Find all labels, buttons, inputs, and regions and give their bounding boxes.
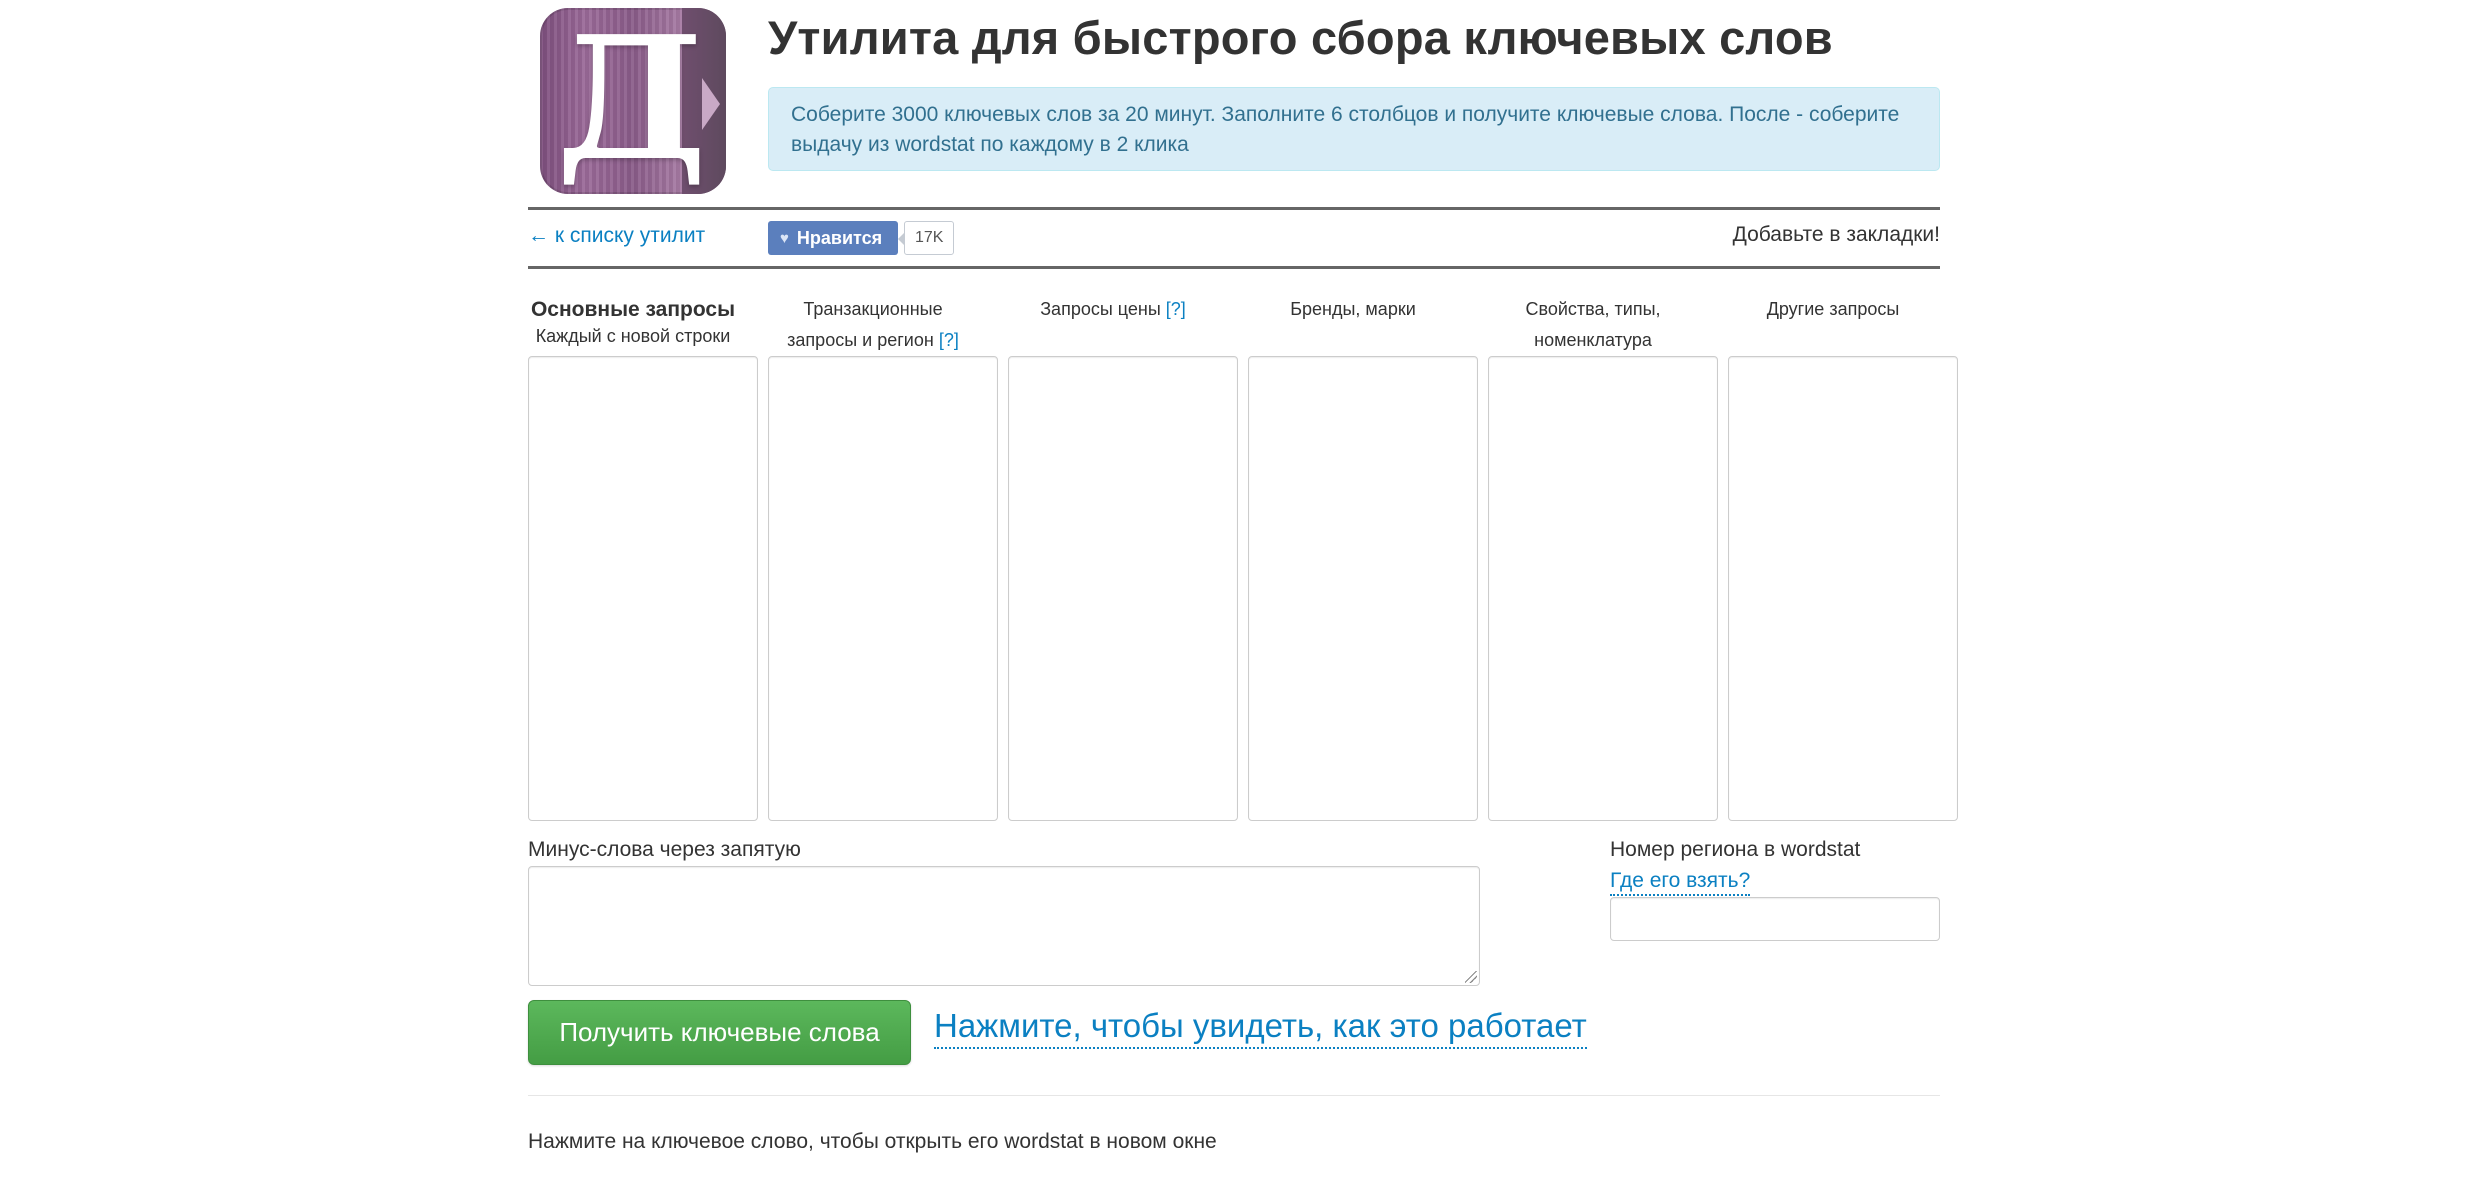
minus-words-label: Минус-слова через запятую [528, 838, 801, 861]
brands-textarea[interactable] [1248, 356, 1478, 821]
other-queries-textarea[interactable] [1728, 356, 1958, 821]
column-header-transactional: Транзакционные запросы и регион [?] [758, 294, 988, 356]
column-header-main: Основные запросы Каждый с новой строки [518, 294, 748, 347]
divider-bottom [528, 266, 1940, 269]
column-header-brands: Бренды, марки [1238, 294, 1468, 325]
column-title: Транзакционные [803, 299, 943, 319]
main-queries-textarea[interactable] [528, 356, 758, 821]
how-it-works-link[interactable]: Нажмите, чтобы увидеть, как это работает [934, 1005, 1587, 1049]
minus-words-textarea[interactable] [528, 866, 1480, 986]
footer-note: Нажмите на ключевое слово, чтобы открыть… [528, 1130, 1217, 1153]
column-title: Бренды, марки [1290, 299, 1416, 319]
region-input[interactable] [1610, 897, 1940, 941]
price-queries-textarea[interactable] [1008, 356, 1238, 821]
resize-handle-icon[interactable] [1465, 971, 1477, 983]
column-header-properties: Свойства, типы, номенклатура [1478, 294, 1708, 356]
get-keywords-button[interactable]: Получить ключевые слова [528, 1000, 911, 1065]
like-button[interactable]: ♥ Нравится [768, 221, 899, 255]
region-help-link[interactable]: Где его взять? [1610, 868, 1751, 896]
page-title: Утилита для быстрого сбора ключевых слов [768, 11, 1833, 64]
divider-footer [528, 1095, 1940, 1096]
like-counter: 17K [897, 221, 955, 255]
column-subtitle: номенклатура [1534, 330, 1652, 350]
column-header-other: Другие запросы [1718, 294, 1948, 325]
transactional-queries-textarea[interactable] [768, 356, 998, 821]
help-link[interactable]: [?] [939, 330, 959, 350]
info-alert: Соберите 3000 ключевых слов за 20 минут.… [768, 87, 1940, 171]
column-title: Свойства, типы, [1525, 299, 1661, 319]
heart-icon: ♥ [780, 229, 789, 247]
column-subtitle: запросы и регион [787, 330, 934, 350]
column-title: Другие запросы [1766, 299, 1900, 319]
like-button-label: Нравится [796, 227, 883, 248]
divider-top [528, 207, 1940, 210]
properties-textarea[interactable] [1488, 356, 1718, 821]
region-label: Номер региона в wordstat [1610, 838, 1861, 861]
help-link[interactable]: [?] [1166, 299, 1186, 319]
back-to-utilities-link[interactable]: ← к списку утилит [528, 224, 705, 248]
column-subtitle: Каждый с новой строки [535, 326, 731, 346]
bookmark-link[interactable]: Добавьте в закладки! [1733, 223, 1940, 247]
app-logo: Д [540, 8, 726, 194]
column-title: Запросы цены [1040, 299, 1161, 319]
column-header-price: Запросы цены [?] [998, 294, 1228, 325]
letter-d-icon: Д [556, 8, 708, 194]
column-title: Основные запросы [530, 298, 736, 321]
